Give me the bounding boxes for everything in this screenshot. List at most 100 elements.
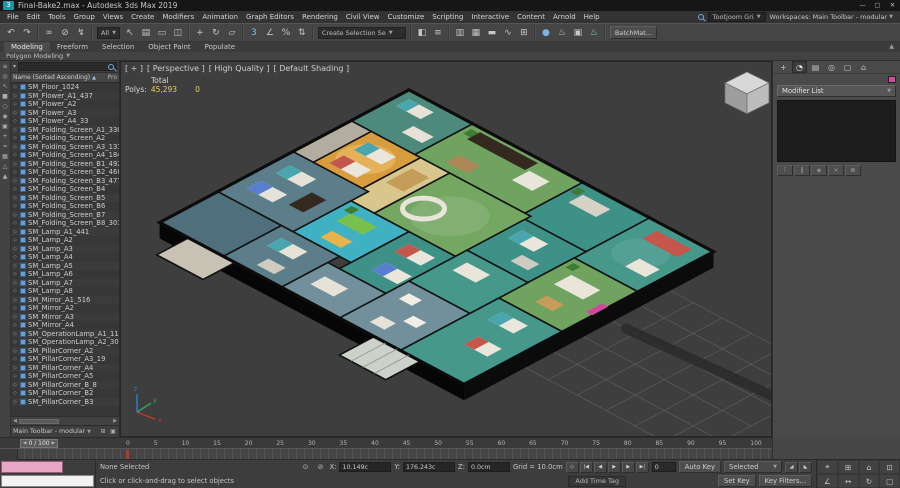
previous-frame-icon[interactable]: ◀ <box>594 462 607 473</box>
expand-icon[interactable]: ◇ <box>13 314 18 320</box>
expand-icon[interactable]: ◇ <box>13 127 18 133</box>
viewport-pov-menu[interactable]: [ Perspective ] <box>147 64 205 73</box>
menu-edit[interactable]: Edit <box>23 11 45 23</box>
isolate-selection-icon[interactable]: ⊙ <box>300 462 312 473</box>
menu-modifiers[interactable]: Modifiers <box>158 11 198 23</box>
selection-region-icon[interactable]: ▭ <box>154 25 170 40</box>
expand-icon[interactable]: ◇ <box>13 356 18 362</box>
explorer-lock-icon[interactable]: ▣ <box>109 428 117 435</box>
explorer-row[interactable]: ◇SM_Folding_Screen_B5 <box>11 194 119 203</box>
y-coordinate-field[interactable]: 176.243c <box>403 462 455 472</box>
expand-icon[interactable]: ◇ <box>13 331 18 337</box>
explorer-row[interactable]: ◇SM_Flower_A1_437 <box>11 92 119 101</box>
maxscript-macro-recorder[interactable] <box>1 461 63 473</box>
expand-icon[interactable]: ◇ <box>13 280 18 286</box>
explorer-search-input[interactable] <box>18 62 117 71</box>
layer-explorer-toggle-icon[interactable]: ▦ <box>468 25 484 40</box>
go-to-start-icon[interactable]: |◀ <box>580 462 593 473</box>
expand-icon[interactable]: ◇ <box>13 271 18 277</box>
explorer-config-icon[interactable]: ⊞ <box>99 428 107 435</box>
named-selection-sets-field[interactable]: Create Selection Se▼ <box>318 27 406 39</box>
expand-icon[interactable]: ◇ <box>13 84 18 90</box>
filter-lights-icon[interactable]: ◉ <box>1 113 10 121</box>
auto-key-button[interactable]: Auto Key <box>679 461 721 473</box>
current-frame-marker[interactable] <box>126 450 129 459</box>
unlink-selection-icon[interactable]: ⊘ <box>57 25 73 40</box>
batchmat-button[interactable]: BatchMat... <box>610 26 657 39</box>
polygon-modeling-panel[interactable]: Polygon Modeling <box>6 52 63 60</box>
explorer-row[interactable]: ◇SM_Mirror_A3 <box>11 313 119 322</box>
explorer-row[interactable]: ◇SM_Folding_Screen_A2 <box>11 134 119 143</box>
minimize-icon[interactable]: — <box>855 0 870 11</box>
create-tab-icon[interactable]: + <box>776 61 791 73</box>
modifier-stack[interactable] <box>777 100 896 162</box>
rendered-frame-icon[interactable]: ▣ <box>570 25 586 40</box>
next-frame-icon[interactable]: ▶ <box>622 462 635 473</box>
window-crossing-icon[interactable]: ◫ <box>170 25 186 40</box>
menu-scripting[interactable]: Scripting <box>428 11 467 23</box>
selection-filter-dropdown[interactable]: All▼ <box>97 27 120 39</box>
explorer-row[interactable]: ◇SM_Folding_Screen_B6 <box>11 202 119 211</box>
expand-icon[interactable]: ◇ <box>13 229 18 235</box>
explorer-row[interactable]: ◇SM_Lamp_A3 <box>11 245 119 254</box>
expand-icon[interactable]: ◇ <box>13 144 18 150</box>
previous-frame-nub-icon[interactable]: ◀ <box>23 441 26 446</box>
select-object-icon[interactable]: ↖ <box>122 25 138 40</box>
select-by-name-icon[interactable]: ▤ <box>138 25 154 40</box>
display-tab-icon[interactable]: ▢ <box>840 61 855 73</box>
zoom-icon[interactable]: ⌖ <box>817 460 838 474</box>
filter-helpers-icon[interactable]: + <box>1 133 10 141</box>
select-and-link-icon[interactable]: ∞ <box>41 25 57 40</box>
modifier-list-dropdown[interactable]: Modifier List ▼ <box>777 85 896 97</box>
explorer-row[interactable]: ◇SM_Folding_Screen_B3_477 <box>11 177 119 186</box>
expand-icon[interactable]: ◇ <box>13 365 18 371</box>
explorer-row[interactable]: ◇SM_Mirror_A4 <box>11 321 119 330</box>
menu-create[interactable]: Create <box>127 11 158 23</box>
sign-in-button[interactable]: Tootjoom Gri ▼ <box>708 12 766 22</box>
maxscript-listener-line[interactable] <box>1 475 94 487</box>
add-time-tag[interactable]: Add Time Tag <box>568 476 626 487</box>
expand-icon[interactable]: ◇ <box>13 118 18 124</box>
expand-icon[interactable]: ◇ <box>13 399 18 405</box>
expand-icon[interactable]: ◇ <box>13 169 18 175</box>
explorer-row[interactable]: ◇SM_Folding_Screen_B7 <box>11 211 119 220</box>
expand-icon[interactable]: ◇ <box>13 237 18 243</box>
explorer-row[interactable]: ◇SM_Lamp_A2 <box>11 236 119 245</box>
render-production-icon[interactable]: ♨ <box>586 25 602 40</box>
menu-help[interactable]: Help <box>580 11 604 23</box>
expand-icon[interactable]: ◇ <box>13 135 18 141</box>
expand-icon[interactable]: ◇ <box>13 297 18 303</box>
z-coordinate-field[interactable]: 0.0cm <box>468 462 510 472</box>
selection-set-icon[interactable]: ▾ <box>13 63 16 70</box>
explorer-row[interactable]: ◇SM_Folding_Screen_A1_330 <box>11 126 119 135</box>
explorer-row[interactable]: ◇SM_Folding_Screen_B2_468 <box>11 168 119 177</box>
expand-icon[interactable]: ◇ <box>13 348 18 354</box>
menu-arnold[interactable]: Arnold <box>549 11 580 23</box>
explorer-workspace-dropdown[interactable]: Main Toolbar - modular ▼ ⊞ ▣ <box>11 425 119 437</box>
explorer-row[interactable]: ◇SM_Lamp_A6 <box>11 270 119 279</box>
explorer-row[interactable]: ◇SM_Lamp_A7 <box>11 279 119 288</box>
lock-cell-editing-icon[interactable]: ▲ <box>1 173 10 181</box>
expand-icon[interactable]: ◇ <box>13 178 18 184</box>
time-slider-track[interactable]: ◀ 0 / 100 ▶ 0510152025303540455055606570… <box>0 437 772 448</box>
second-column-header[interactable]: Pro <box>107 74 117 81</box>
expand-icon[interactable]: ◇ <box>13 212 18 218</box>
selection-lock-icon[interactable]: ⊘ <box>315 462 327 473</box>
ribbon-minimize-icon[interactable]: ▲ <box>883 42 900 52</box>
explorer-row[interactable]: ◇SM_Mirror_A1_516 <box>11 296 119 305</box>
menu-content[interactable]: Content <box>513 11 549 23</box>
orbit-icon[interactable]: ↻ <box>859 474 880 488</box>
expand-icon[interactable]: ◇ <box>13 101 18 107</box>
filter-spacewarps-icon[interactable]: ≈ <box>1 143 10 151</box>
select-and-rotate-icon[interactable]: ↻ <box>208 25 224 40</box>
go-to-end-icon[interactable]: ▶| <box>636 462 649 473</box>
explorer-row[interactable]: ◇SM_Folding_Screen_B4 <box>11 185 119 194</box>
expand-icon[interactable]: ◇ <box>13 195 18 201</box>
make-unique-icon[interactable]: ◈ <box>811 165 827 176</box>
ribbon-tab-selection[interactable]: Selection <box>95 42 141 52</box>
filter-shapes-icon[interactable]: ○ <box>1 103 10 111</box>
menu-group[interactable]: Group <box>70 11 99 23</box>
show-end-result-icon[interactable]: ‖ <box>794 165 810 176</box>
filter-cameras-icon[interactable]: ▣ <box>1 123 10 131</box>
expand-icon[interactable]: ◇ <box>13 305 18 311</box>
